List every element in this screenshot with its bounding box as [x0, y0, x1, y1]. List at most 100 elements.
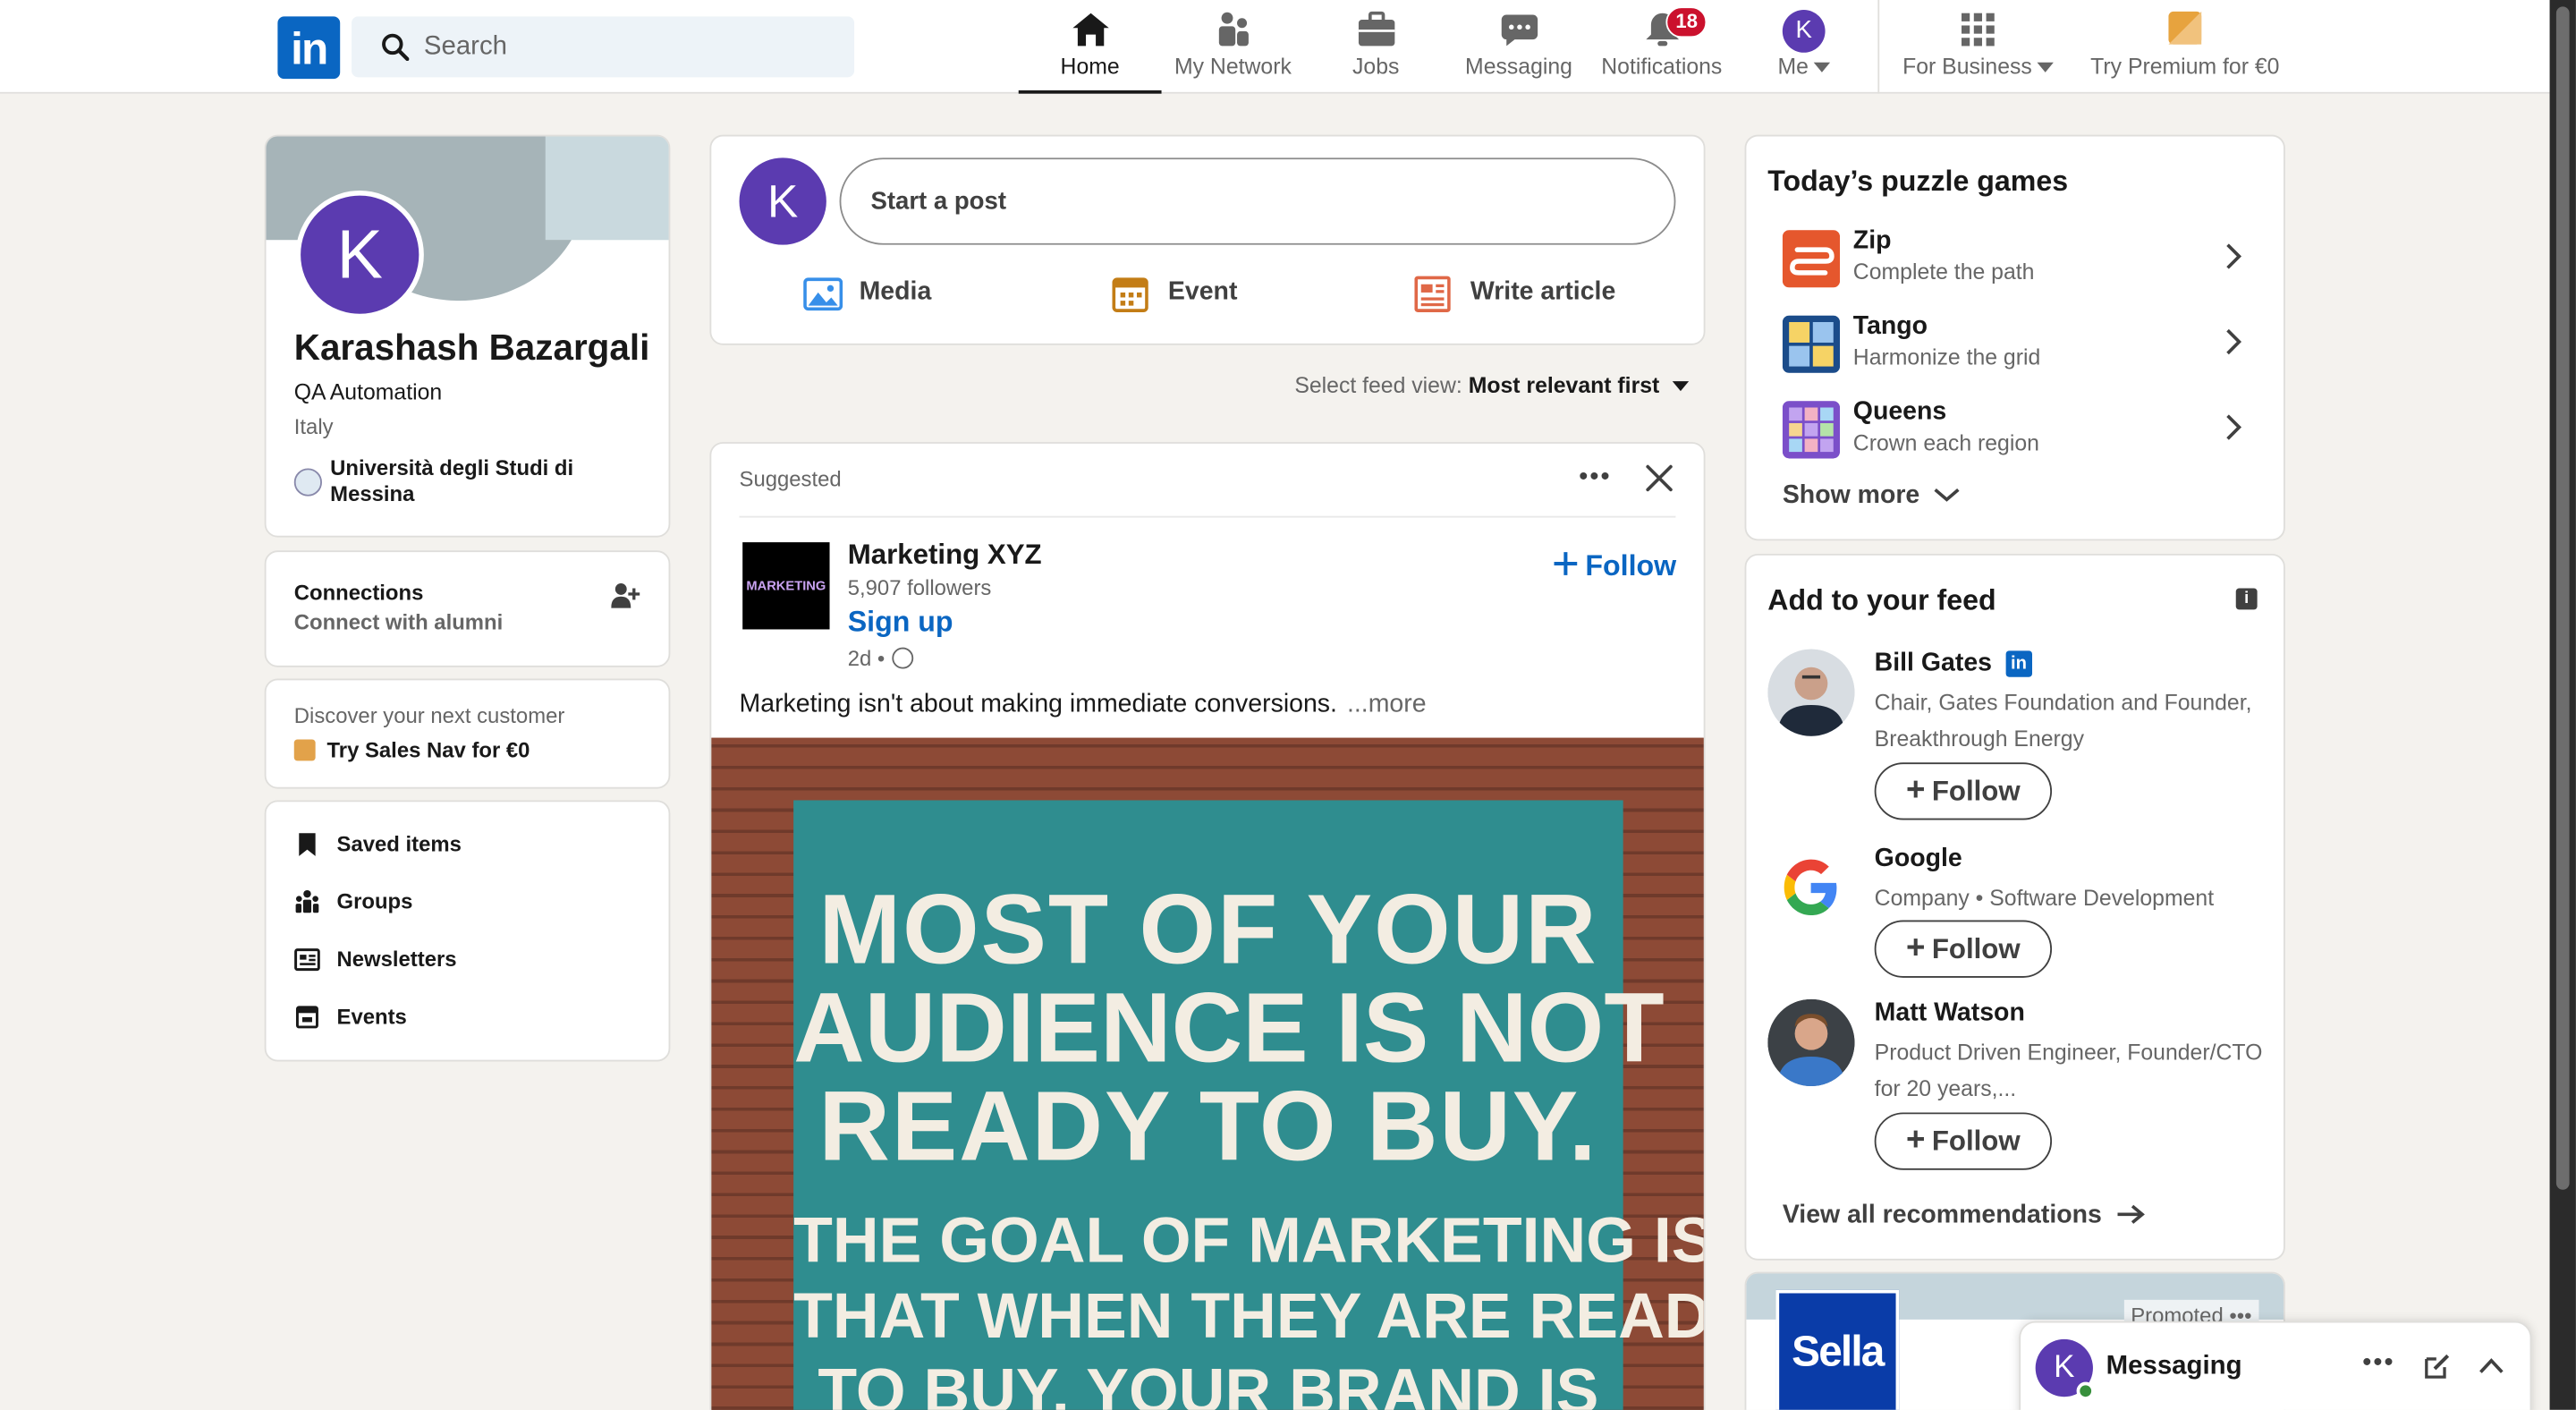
events-label: Events	[336, 1004, 407, 1029]
game-queens[interactable]: Queens Crown each region	[1782, 397, 2250, 463]
messaging-dock[interactable]: K Messaging •••	[2019, 1321, 2532, 1410]
nav-my-network[interactable]: My Network	[1162, 0, 1305, 94]
online-status-indicator	[2076, 1381, 2095, 1400]
post-image[interactable]: MOST OF YOUR AUDIENCE IS NOT READY TO BU…	[711, 737, 1706, 1410]
search-box[interactable]	[352, 16, 855, 78]
notifications-badge: 18	[1665, 6, 1707, 38]
matt-watson-name[interactable]: Matt Watson	[1875, 999, 2025, 1029]
image-text-line: THAT WHEN THEY ARE READY	[793, 1281, 1706, 1353]
view-all-recommendations-link[interactable]: View all recommendations	[1783, 1202, 2145, 1231]
follow-button[interactable]: + Follow	[1874, 762, 2053, 820]
matt-watson-avatar[interactable]	[1767, 998, 1855, 1087]
calendar-icon	[295, 1006, 318, 1029]
game-zip[interactable]: Zip Complete the path	[1782, 226, 2250, 292]
zip-game-icon	[1782, 230, 1841, 288]
follow-label: Follow	[1931, 1125, 2021, 1158]
nav-me[interactable]: K Me	[1745, 0, 1863, 94]
globe-icon	[891, 647, 913, 669]
post-author-logo[interactable]: MARKETING	[742, 542, 830, 630]
premium-icon	[293, 739, 316, 761]
image-text-line: MOST OF YOUR	[818, 874, 1598, 985]
nav-messaging[interactable]: Messaging	[1447, 0, 1590, 94]
image-text-line: READY TO BUY.	[818, 1071, 1598, 1182]
more-options-icon[interactable]: •••	[2362, 1349, 2394, 1379]
recommendation-name[interactable]: Bill Gates in	[1875, 649, 2032, 678]
nav-try-premium[interactable]: Try Premium for €0	[2083, 0, 2287, 94]
more-options-icon[interactable]: •••	[1579, 463, 1611, 493]
nav-home[interactable]: Home	[1018, 0, 1162, 94]
caret-down-icon	[1672, 381, 1690, 392]
add-person-icon	[611, 583, 640, 608]
chat-icon	[1500, 14, 1538, 47]
search-input[interactable]	[423, 16, 835, 78]
follow-label: Follow	[1931, 933, 2021, 965]
show-more-button[interactable]: Show more	[1783, 481, 1960, 511]
show-more-label: Show more	[1782, 481, 1920, 510]
nav-notifications[interactable]: Notifications	[1590, 0, 1733, 94]
post-author-name[interactable]: Marketing XYZ	[848, 539, 1042, 572]
briefcase-icon	[1358, 11, 1394, 47]
connections-subtitle: Connect with alumni	[293, 609, 504, 634]
home-icon	[1072, 13, 1108, 47]
plus-icon	[1554, 552, 1578, 575]
newsletter-icon	[294, 948, 320, 972]
close-icon[interactable]	[1645, 463, 1674, 493]
newsletters-label: Newsletters	[336, 946, 457, 972]
queens-game-icon	[1782, 401, 1841, 459]
follow-button[interactable]: + Follow	[1874, 1112, 2053, 1170]
caret-down-icon	[2037, 63, 2054, 73]
nav-for-business[interactable]: For Business	[1889, 0, 2066, 94]
linkedin-logo[interactable]: in	[277, 16, 341, 80]
nav-me-label: Me	[1777, 54, 1809, 80]
google-logo-icon[interactable]	[1767, 845, 1855, 932]
recommendation-matt-watson: Matt Watson Product Driven Engineer, Fou…	[1767, 998, 2262, 1180]
people-icon	[1217, 12, 1248, 47]
groups-label: Groups	[336, 888, 413, 914]
media-button[interactable]: Media	[803, 275, 968, 314]
tango-game-icon	[1782, 315, 1841, 373]
add-to-feed-card: Add to your feed i Bill Gates in Chair, …	[1744, 553, 2285, 1261]
nav-my-network-label: My Network	[1174, 54, 1292, 80]
linkedin-influencer-icon: in	[2005, 650, 2032, 677]
caret-down-icon	[1813, 63, 1830, 73]
connections-card[interactable]: Connections Connect with alumni	[264, 550, 671, 667]
post-body: Marketing isn't about making immediate c…	[739, 690, 1337, 718]
composer-avatar[interactable]: K	[739, 157, 826, 245]
compose-message-icon[interactable]	[2423, 1353, 2451, 1380]
profile-avatar[interactable]: K	[295, 191, 424, 319]
follow-label: Follow	[1931, 775, 2021, 807]
cover-panel	[545, 136, 669, 241]
recommendation-description: Company • Software Development	[1874, 885, 2215, 911]
sign-up-link[interactable]: Sign up	[848, 605, 953, 640]
feed-view-selector[interactable]: Select feed view: Most relevant first	[1294, 372, 1690, 398]
page: in Home My Network Jobs Messaging Notifi…	[0, 0, 2576, 1410]
sella-logo[interactable]: Sella	[1775, 1289, 1900, 1410]
image-text-line: THE GOAL OF MARKETING IS	[793, 1206, 1706, 1278]
follow-button[interactable]: + Follow	[1874, 920, 2053, 978]
profile-name[interactable]: Karashash Bazargali	[294, 327, 650, 370]
saved-items-label: Saved items	[336, 831, 462, 856]
post-composer: K Start a post Media Event Write article	[709, 134, 1706, 345]
chevron-up-icon[interactable]	[2478, 1355, 2505, 1375]
google-name[interactable]: Google	[1875, 845, 1962, 874]
try-sales-nav-link[interactable]: Try Sales Nav for €0	[293, 738, 530, 762]
game-tango[interactable]: Tango Harmonize the grid	[1782, 312, 2250, 378]
post-divider	[739, 515, 1676, 518]
puzzle-games-title: Today’s puzzle games	[1767, 164, 2069, 198]
feed-view-label: Select feed view:	[1294, 372, 1462, 398]
nav-jobs[interactable]: Jobs	[1304, 0, 1447, 94]
discover-card: Discover your next customer Try Sales Na…	[264, 678, 671, 789]
nav-messaging-label: Messaging	[1465, 54, 1572, 80]
post-follow-button[interactable]: Follow	[1553, 548, 1676, 583]
scrollbar-thumb[interactable]	[2555, 6, 2570, 1190]
nav-for-business-label: For Business	[1902, 54, 2032, 80]
write-article-button[interactable]: Write article	[1414, 275, 1644, 314]
start-post-button[interactable]: Start a post	[839, 157, 1676, 245]
feed-post: Suggested ••• MARKETING Marketing XYZ 5,…	[709, 442, 1706, 1410]
bill-gates-avatar[interactable]	[1767, 649, 1855, 736]
nav-divider	[1877, 0, 1880, 94]
see-more-link[interactable]: ...more	[1347, 690, 1427, 718]
messaging-title[interactable]: Messaging	[2106, 1353, 2242, 1382]
info-icon[interactable]: i	[2235, 588, 2258, 610]
event-button[interactable]: Event	[1112, 275, 1276, 314]
